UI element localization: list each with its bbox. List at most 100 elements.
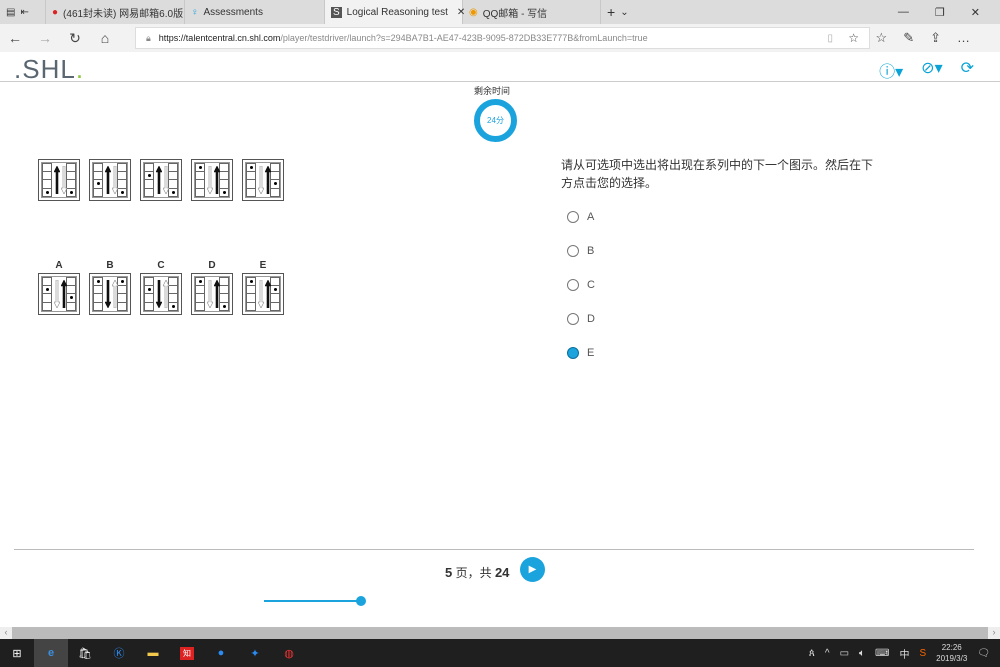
answer-option[interactable]: C [567,279,595,291]
forward-icon[interactable]: → [30,30,60,46]
dot [223,305,226,308]
arrow-down-gray-icon [61,166,67,194]
arrow-down-black-icon [156,280,162,308]
reading-view-icon[interactable]: ▯ [827,33,833,44]
progress-knob [356,596,366,606]
scroll-right-icon[interactable]: › [988,627,1000,639]
answer-label: D [587,313,595,325]
radio-button[interactable] [567,211,579,223]
sogou-icon[interactable]: S [919,648,926,659]
radio-button[interactable] [567,279,579,291]
tab-actions[interactable]: ▤⇤ [0,0,46,24]
option-figure-label: D [191,260,233,271]
help-icon[interactable]: ⓘ▾ [879,58,903,82]
tray-chevron-icon[interactable]: ^ [825,648,830,659]
arrow-down-black-icon [105,280,111,308]
dot [121,191,124,194]
minimize-icon[interactable]: — [898,6,909,18]
right-column [219,277,229,311]
favorite-star-icon[interactable]: ☆ [848,31,859,45]
pen-icon[interactable]: ✎ [903,30,914,46]
browser-tab-active[interactable]: SLogical Reasoning test✕ [325,0,463,24]
notification-icon[interactable]: 🗨︎ [977,648,990,659]
dot [97,280,100,283]
dot [70,296,73,299]
arrow-up-black-icon [214,280,220,308]
browser-tab[interactable]: ●(461封未读) 网易邮箱6.0版 [46,0,185,24]
home-icon[interactable]: ⌂ [90,30,120,46]
share-icon[interactable]: ⇪ [930,30,941,46]
favorites-icon[interactable]: ☆ [876,30,888,46]
arrow-up-black-icon [105,166,111,194]
arrow-up-gray-icon [163,280,169,308]
scroll-left-icon[interactable]: ‹ [0,627,12,639]
qq-mail-icon: ◉ [469,7,478,18]
dot [46,191,49,194]
answer-label: A [587,211,594,223]
back-icon[interactable]: ← [0,30,30,46]
answer-label: C [587,279,595,291]
radio-button[interactable] [567,347,579,359]
chrome-icon[interactable]: ◍ [272,639,306,667]
people-icon[interactable]: ጰ [809,648,815,659]
series-figure [242,159,284,201]
set-aside-icon[interactable]: ⇤ [20,7,28,18]
file-explorer-icon[interactable]: ▬ [136,639,170,667]
browser-tab[interactable]: ◉QQ邮箱 - 写信 [463,0,601,24]
right-column [219,163,229,197]
answer-option[interactable]: A [567,211,594,223]
arrow-down-gray-icon [54,280,60,308]
browser-blue-icon[interactable]: ● [204,639,238,667]
new-tab-button[interactable]: + ⌄ [601,0,649,24]
restore-icon[interactable]: ❐ [935,6,945,19]
k-app-icon[interactable]: Ⓚ [102,639,136,667]
dot [97,182,100,185]
right-column [66,277,76,311]
arrow-down-gray-icon [258,166,264,194]
radio-button[interactable] [567,313,579,325]
arrow-up-black-icon [156,166,162,194]
dot [46,288,49,291]
accessibility-icon[interactable]: ⊘▾ [921,58,942,82]
exit-icon[interactable]: ⟳ [961,58,974,82]
bird-app-icon[interactable]: ✦ [238,639,272,667]
answer-option[interactable]: E [567,347,594,359]
answer-option[interactable]: B [567,245,594,257]
chevron-down-icon[interactable]: ⌄ [620,7,628,18]
more-icon[interactable]: … [957,30,970,46]
app-red-icon[interactable]: 知 [170,639,204,667]
dot [199,166,202,169]
dot [250,280,253,283]
right-column [117,277,127,311]
clock[interactable]: 22:262019/3/3 [936,642,967,664]
next-button[interactable]: ▶ [520,557,545,582]
option-figure [89,273,131,315]
left-column [42,163,52,197]
browser-tab[interactable]: ♀Assessments [185,0,325,24]
dot [70,191,73,194]
tabs-aside-icon[interactable]: ▤ [6,7,15,18]
edge-icon[interactable]: e [34,639,68,667]
answer-option[interactable]: D [567,313,595,325]
refresh-icon[interactable]: ↻ [60,30,90,47]
url-input[interactable]: 🔒︎https://talentcentral.cn.shl.com/playe… [135,27,870,49]
dot [121,280,124,283]
option-figure-label: C [140,260,182,271]
arrow-down-gray-icon [207,166,213,194]
volume-icon[interactable]: 🔈︎ [859,648,865,659]
horizontal-scrollbar[interactable]: ‹› [0,627,1000,639]
option-figure-label: B [89,260,131,271]
series-figure [38,159,80,201]
ime-indicator[interactable]: 中 [899,646,909,661]
close-window-icon[interactable]: ✕ [971,6,980,19]
start-icon[interactable]: ⊞ [0,639,34,667]
vertical-scrollbar[interactable] [990,82,1000,567]
right-column [66,163,76,197]
arrow-down-gray-icon [258,280,264,308]
option-figure-label: E [242,260,284,271]
keyboard-icon[interactable]: ⌨ [875,648,889,659]
network-icon[interactable]: ▭ [840,648,849,659]
store-icon[interactable]: 🛍︎ [68,639,102,667]
radio-button[interactable] [567,245,579,257]
dot [274,288,277,291]
